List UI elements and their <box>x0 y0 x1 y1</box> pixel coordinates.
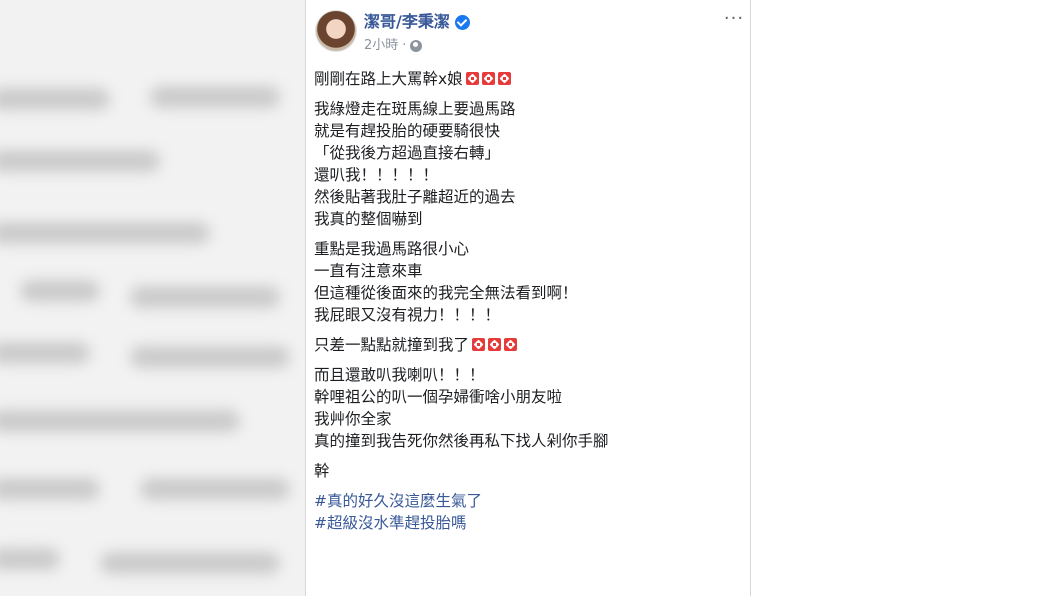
post-line: 幹 <box>314 462 330 480</box>
meta-separator: · <box>402 38 407 53</box>
anger-symbol-icon <box>497 72 511 85</box>
paragraph-1: 剛剛在路上大罵幹x娘 <box>314 68 744 90</box>
post-body: 剛剛在路上大罵幹x娘 我綠燈走在斑馬線上要過馬路 就是有趕投胎的硬要騎很快 「從… <box>314 68 744 542</box>
post-line: 只差一點點就撞到我了 <box>314 334 744 356</box>
post-line: 但這種從後面來的我完全無法看到啊！ <box>314 284 578 302</box>
author-name[interactable]: 潔哥/李秉潔 <box>364 12 450 32</box>
post-line: 就是有趕投胎的硬要騎很快 <box>314 122 501 140</box>
author-name-row: 潔哥/李秉潔 <box>364 12 470 32</box>
globe-icon[interactable] <box>410 40 423 52</box>
post-line-text: 剛剛在路上大罵幹x娘 <box>314 70 463 88</box>
hashtag-link[interactable]: #真的好久沒這麼生氣了 <box>314 490 744 512</box>
verified-badge-icon <box>454 14 470 30</box>
author-avatar[interactable] <box>315 10 357 52</box>
post-line: 我艸你全家 <box>314 410 392 428</box>
anger-symbol-icon <box>472 338 486 351</box>
blurred-background <box>0 0 305 596</box>
more-options-icon[interactable]: ··· <box>722 8 746 29</box>
post-line: 一直有注意來車 <box>314 262 423 280</box>
hashtag-link[interactable]: #超級沒水準趕投胎嗎 <box>314 512 744 534</box>
paragraph-3: 重點是我過馬路很小心 一直有注意來車 但這種從後面來的我完全無法看到啊！ 我屁眼… <box>314 238 744 326</box>
post-line: 幹哩祖公的叭一個孕婦衝啥小朋友啦 <box>314 388 563 406</box>
post-line: 然後貼著我肚子離超近的過去 <box>314 188 516 206</box>
paragraph-4: 只差一點點就撞到我了 <box>314 334 744 356</box>
post-line: 我真的整個嚇到 <box>314 210 423 228</box>
post-line: 我綠燈走在斑馬線上要過馬路 <box>314 100 516 118</box>
post-line-text: 只差一點點就撞到我了 <box>314 336 470 354</box>
post-time[interactable]: 2小時 <box>364 38 398 54</box>
hashtags: #真的好久沒這麼生氣了 #超級沒水準趕投胎嗎 <box>314 490 744 534</box>
post-header: 潔哥/李秉潔 2小時 · ··· <box>306 0 750 64</box>
anger-symbol-icon <box>504 338 518 351</box>
blank-background <box>752 0 1060 596</box>
post-line: 剛剛在路上大罵幹x娘 <box>314 68 744 90</box>
post-meta: 2小時 · <box>364 38 423 54</box>
facebook-post-card: 潔哥/李秉潔 2小時 · ··· 剛剛在路上大罵幹x娘 我綠燈走在斑馬線上要過馬… <box>305 0 751 596</box>
paragraph-2: 我綠燈走在斑馬線上要過馬路 就是有趕投胎的硬要騎很快 「從我後方超過直接右轉」 … <box>314 98 744 230</box>
post-line: 而且還敢叭我喇叭！！！ <box>314 366 485 384</box>
anger-symbol-icon <box>481 72 495 85</box>
anger-symbol-icon <box>465 72 479 85</box>
paragraph-5: 而且還敢叭我喇叭！！！ 幹哩祖公的叭一個孕婦衝啥小朋友啦 我艸你全家 真的撞到我… <box>314 364 744 452</box>
paragraph-6: 幹 <box>314 460 744 482</box>
anger-symbol-icon <box>488 338 502 351</box>
post-line: 還叭我！！！！！ <box>314 166 439 184</box>
post-line: 我屁眼又沒有視力！！！！ <box>314 306 501 324</box>
post-line: 「從我後方超過直接右轉」 <box>314 144 501 162</box>
post-line: 重點是我過馬路很小心 <box>314 240 470 258</box>
post-line: 真的撞到我告死你然後再私下找人剁你手腳 <box>314 432 609 450</box>
